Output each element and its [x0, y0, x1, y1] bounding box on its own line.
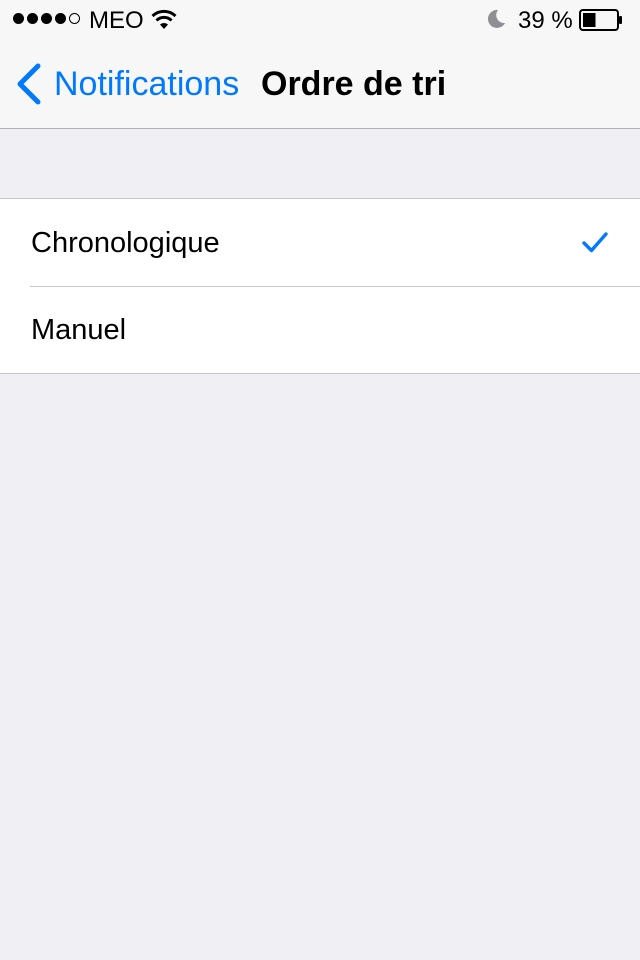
- chevron-left-icon: [17, 63, 41, 105]
- back-button[interactable]: Notifications: [14, 60, 239, 108]
- option-label: Manuel: [31, 313, 127, 346]
- screen: MEO 39 % Notifications Ordre de tri Chro…: [0, 0, 640, 960]
- navigation-bar: Notifications Ordre de tri: [0, 40, 640, 128]
- signal-strength-icon: [13, 13, 80, 24]
- wifi-icon: [151, 9, 177, 29]
- back-button-label: Notifications: [54, 65, 240, 103]
- option-chronologique[interactable]: Chronologique: [0, 199, 640, 286]
- battery-percentage: 39 %: [518, 7, 573, 34]
- signal-dot-empty: [69, 13, 80, 24]
- signal-dot: [55, 13, 66, 24]
- signal-dot: [27, 13, 38, 24]
- option-label: Chronologique: [31, 226, 220, 259]
- top-bars: MEO 39 % Notifications Ordre de tri: [0, 0, 640, 129]
- checkmark-icon: [582, 232, 608, 253]
- battery-icon: [579, 9, 622, 31]
- option-manuel[interactable]: Manuel: [0, 286, 640, 373]
- do-not-disturb-moon-icon: [487, 9, 505, 28]
- signal-dot: [13, 13, 24, 24]
- signal-dot: [41, 13, 52, 24]
- carrier-name: MEO: [89, 7, 144, 34]
- page-title: Ordre de tri: [261, 65, 447, 103]
- sort-order-options: Chronologique Manuel: [0, 198, 640, 374]
- status-bar: MEO 39 %: [0, 0, 640, 40]
